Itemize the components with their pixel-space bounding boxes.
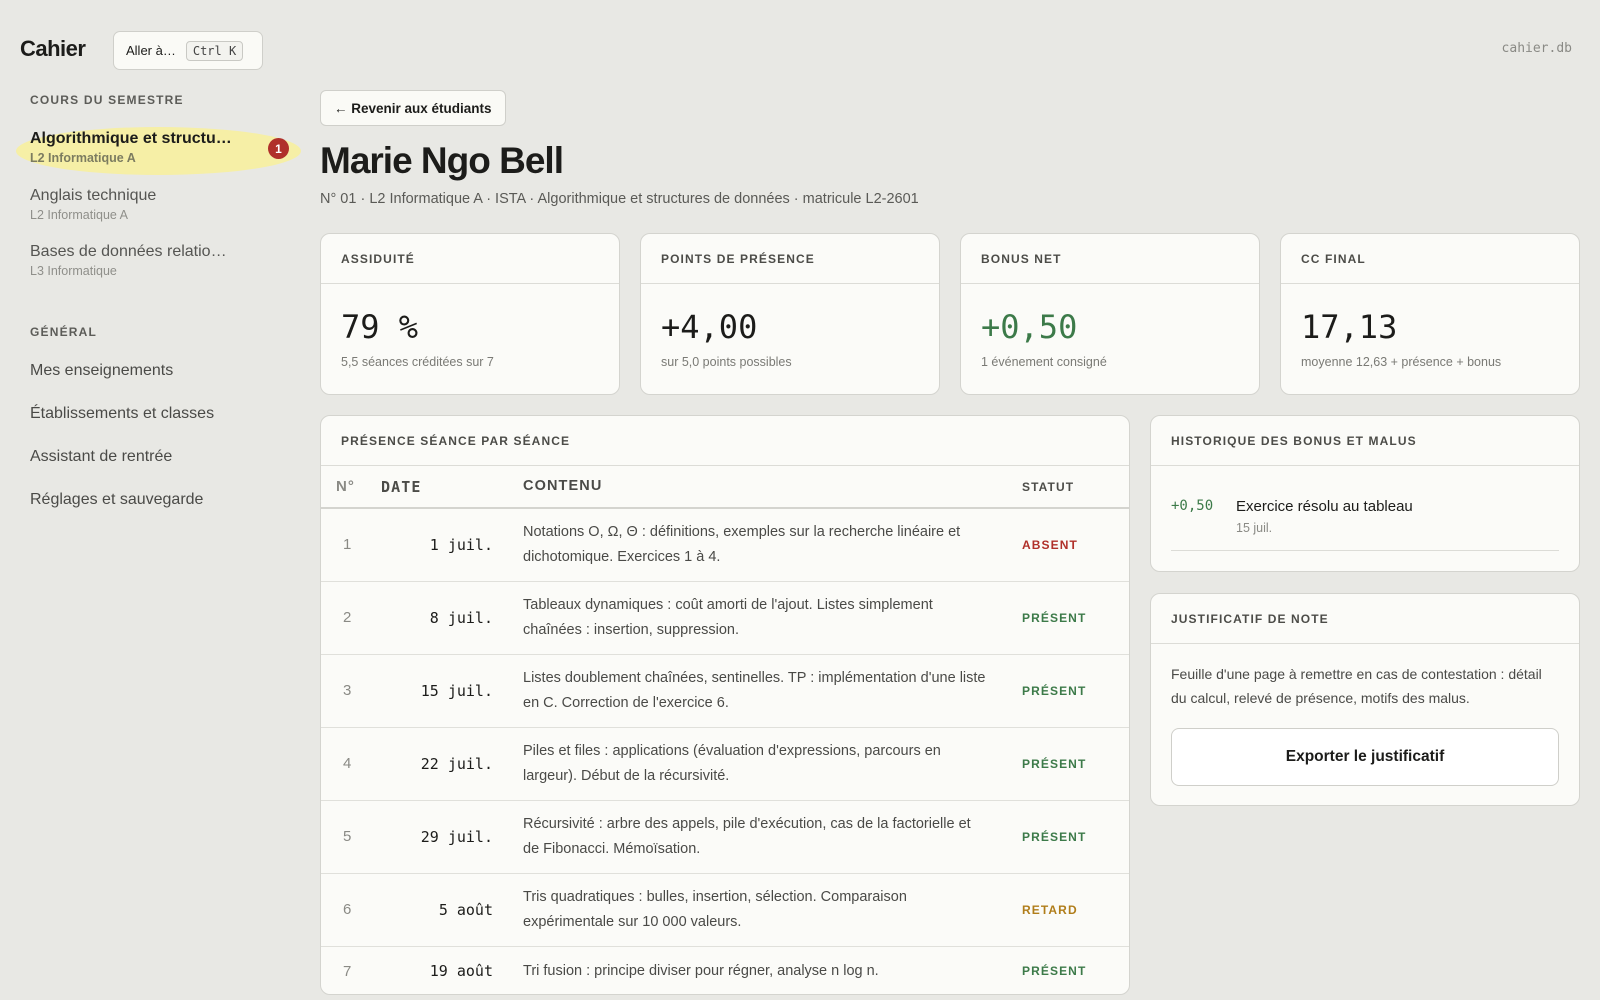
column-header-statut: STATUT xyxy=(1022,466,1129,509)
table-row[interactable]: 1 1 juil. Notations O, Ω, Θ : définition… xyxy=(321,508,1129,582)
sidebar-course-bases-de-donnees[interactable]: Bases de données relatio… L3 Informatiqu… xyxy=(30,243,290,278)
stat-card-cc-final: CC FINAL 17,13 moyenne 12,63 + présence … xyxy=(1280,233,1580,395)
export-justificatif-button[interactable]: Exporter le justificatif xyxy=(1171,728,1559,786)
stat-label: CC FINAL xyxy=(1281,234,1579,284)
history-label: Exercice résolu au tableau xyxy=(1236,498,1413,515)
justificatif-text: Feuille d'une page à remettre en cas de … xyxy=(1171,666,1542,706)
course-title: Bases de données relatio… xyxy=(30,243,227,260)
cell-content: Tri fusion : principe diviser pour régne… xyxy=(523,962,879,979)
status-badge[interactable]: PRÉSENT xyxy=(1022,581,1129,655)
stat-card-assiduite: ASSIDUITÉ 79 % 5,5 séances créditées sur… xyxy=(320,233,620,395)
cell-num: 1 xyxy=(321,508,381,582)
sidebar-course-anglais[interactable]: Anglais technique L2 Informatique A xyxy=(30,187,290,222)
cell-date: 15 juil. xyxy=(381,654,493,728)
stat-value: +0,50 xyxy=(981,308,1078,346)
history-card: HISTORIQUE DES BONUS ET MALUS +0,50 Exer… xyxy=(1150,415,1580,572)
column-header-num: N° xyxy=(321,466,381,509)
stat-value: +4,00 xyxy=(661,308,758,346)
status-badge[interactable]: PRÉSENT xyxy=(1022,727,1129,801)
nav-assistant-rentree[interactable]: Assistant de rentrée xyxy=(30,448,172,466)
attendance-table: N° DATE CONTENU STATUT 1 1 juil. Notatio… xyxy=(321,466,1129,994)
cell-content: Récursivité : arbre des appels, pile d'e… xyxy=(493,800,1022,874)
course-title: Anglais technique xyxy=(30,187,157,204)
stat-sub: 1 événement consigné xyxy=(981,355,1107,369)
cell-num: 3 xyxy=(321,654,381,728)
nav-mes-enseignements[interactable]: Mes enseignements xyxy=(30,362,173,380)
goto-search-button[interactable]: Aller à… Ctrl K xyxy=(113,31,263,70)
stat-label: POINTS DE PRÉSENCE xyxy=(641,234,939,284)
justificatif-heading: JUSTIFICATIF DE NOTE xyxy=(1151,594,1579,644)
back-to-students-button[interactable]: ← Revenir aux étudiants xyxy=(320,90,506,126)
stat-sub: 5,5 séances créditées sur 7 xyxy=(341,355,494,369)
cell-date: 22 juil. xyxy=(381,727,493,801)
cell-content: Tableaux dynamiques : coût amorti de l'a… xyxy=(493,581,1022,655)
cell-num: 7 xyxy=(343,962,352,980)
table-row[interactable]: 7 19 août Tri fusion : principe diviser … xyxy=(321,946,1129,994)
cell-content: Tris quadratiques : bulles, insertion, s… xyxy=(493,873,1022,947)
courses-heading: COURS DU SEMESTRE xyxy=(30,93,184,107)
column-header-contenu: CONTENU xyxy=(493,466,1022,509)
status-badge[interactable]: ABSENT xyxy=(1022,508,1129,582)
notification-badge: 1 xyxy=(268,138,289,159)
app-brand: Cahier xyxy=(20,36,86,61)
cell-num: 6 xyxy=(321,873,381,947)
column-header-date: DATE xyxy=(381,466,493,509)
cell-date: 29 juil. xyxy=(381,800,493,874)
nav-reglages[interactable]: Réglages et sauvegarde xyxy=(30,491,203,509)
cell-content: Piles et files : applications (évaluatio… xyxy=(493,727,1022,801)
history-date: 15 juil. xyxy=(1236,521,1273,535)
table-row[interactable]: 5 29 juil. Récursivité : arbre des appel… xyxy=(321,800,1129,874)
goto-shortcut: Ctrl K xyxy=(185,40,244,61)
stat-label: BONUS NET xyxy=(961,234,1259,284)
cell-date: 5 août xyxy=(381,873,493,947)
status-badge[interactable]: PRÉSENT xyxy=(1022,800,1129,874)
course-subtitle: L2 Informatique A xyxy=(30,151,136,165)
history-item: +0,50 Exercice résolu au tableau 15 juil… xyxy=(1171,486,1559,551)
status-badge[interactable]: PRÉSENT xyxy=(1022,946,1129,994)
sidebar-course-algorithmique[interactable]: Algorithmique et structu… L2 Informatiqu… xyxy=(30,130,290,165)
stat-value: 17,13 xyxy=(1301,308,1398,346)
database-name: cahier.db xyxy=(1501,41,1572,56)
cell-num: 4 xyxy=(321,727,381,801)
student-name: Marie Ngo Bell xyxy=(320,140,564,181)
stat-label: ASSIDUITÉ xyxy=(321,234,619,284)
cell-content: Notations O, Ω, Θ : définitions, exemple… xyxy=(493,508,1022,582)
justificatif-card: JUSTIFICATIF DE NOTE Feuille d'une page … xyxy=(1150,593,1580,806)
history-heading: HISTORIQUE DES BONUS ET MALUS xyxy=(1151,416,1579,466)
cell-date: 1 juil. xyxy=(381,508,493,582)
table-row[interactable]: 4 22 juil. Piles et files : applications… xyxy=(321,727,1129,801)
attendance-heading: PRÉSENCE SÉANCE PAR SÉANCE xyxy=(321,416,1129,466)
general-heading: GÉNÉRAL xyxy=(30,325,98,339)
status-badge[interactable]: PRÉSENT xyxy=(1022,654,1129,728)
goto-label: Aller à… xyxy=(126,43,176,58)
cell-date: 19 août xyxy=(429,962,493,981)
nav-etablissements[interactable]: Établissements et classes xyxy=(30,405,214,423)
table-row[interactable]: 6 5 août Tris quadratiques : bulles, ins… xyxy=(321,873,1129,947)
stat-card-points-presence: POINTS DE PRÉSENCE +4,00 sur 5,0 points … xyxy=(640,233,940,395)
attendance-card: PRÉSENCE SÉANCE PAR SÉANCE N° DATE CONTE… xyxy=(320,415,1130,995)
cell-num: 2 xyxy=(321,581,381,655)
table-row[interactable]: 3 15 juil. Listes doublement chaînées, s… xyxy=(321,654,1129,728)
cell-date: 8 juil. xyxy=(381,581,493,655)
stat-card-bonus-net: BONUS NET +0,50 1 événement consigné xyxy=(960,233,1260,395)
table-row[interactable]: 2 8 juil. Tableaux dynamiques : coût amo… xyxy=(321,581,1129,655)
status-badge[interactable]: RETARD xyxy=(1022,873,1129,947)
stat-value: 79 % xyxy=(341,308,419,346)
course-title: Algorithmique et structu… xyxy=(30,130,232,147)
course-subtitle: L2 Informatique A xyxy=(30,208,128,222)
history-amount: +0,50 xyxy=(1171,498,1214,514)
stat-sub: moyenne 12,63 + présence + bonus xyxy=(1301,355,1502,369)
cell-content: Listes doublement chaînées, sentinelles.… xyxy=(493,654,1022,728)
cell-num: 5 xyxy=(321,800,381,874)
student-meta: N° 01 · L2 Informatique A · ISTA · Algor… xyxy=(320,191,919,207)
course-subtitle: L3 Informatique xyxy=(30,264,117,278)
stat-sub: sur 5,0 points possibles xyxy=(661,355,792,369)
